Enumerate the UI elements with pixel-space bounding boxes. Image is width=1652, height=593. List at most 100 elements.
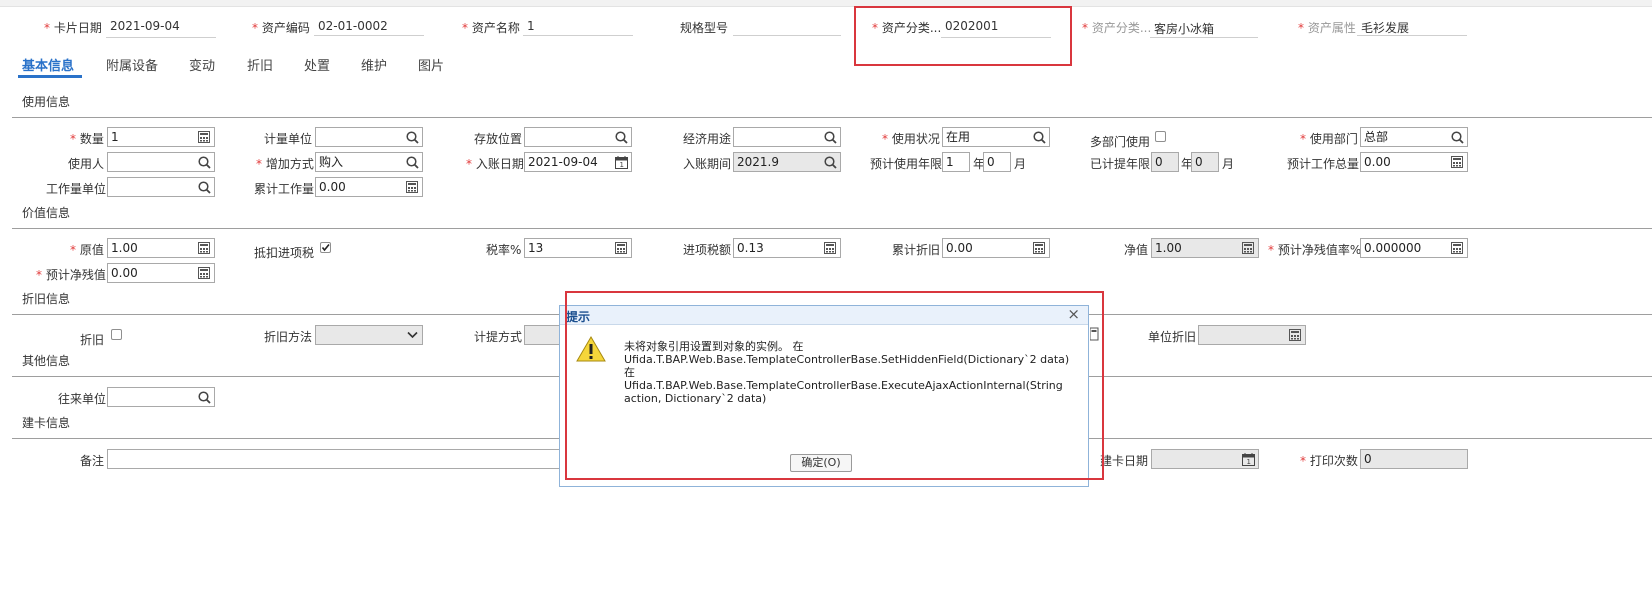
card-date-input-bottom: 1 <box>1151 449 1259 469</box>
tab-pictures[interactable]: 图片 <box>418 55 444 74</box>
note-input[interactable] <box>107 449 567 469</box>
section-depreciation-title: 折旧信息 <box>22 292 71 306</box>
cum-workload-input[interactable]: 0.00 <box>315 177 423 197</box>
tab-basic-info[interactable]: 基本信息 <box>22 55 74 74</box>
status-input[interactable]: 在用 <box>942 127 1050 147</box>
card-date-value[interactable]: 2021-09-04 <box>110 19 180 33</box>
accrued-years-label: 已计提年限 <box>1090 157 1151 171</box>
unit-dep-label: 单位折旧 <box>1148 330 1197 344</box>
partner-label: 往来单位 <box>58 392 107 406</box>
asset-class-name-value: 客房小冰箱 <box>1154 22 1215 36</box>
asset-name-value[interactable]: 1 <box>527 19 535 33</box>
unit-input[interactable] <box>315 127 423 147</box>
calculator-icon[interactable] <box>1450 241 1464 255</box>
card-date-label: 卡片日期 <box>44 19 102 36</box>
spec-underline[interactable] <box>733 35 841 36</box>
quantity-label: 数量 <box>70 130 104 147</box>
section-other-title: 其他信息 <box>22 354 71 368</box>
salvage-value-input[interactable]: 0.00 <box>107 263 215 283</box>
asset-class-name-underline <box>1150 37 1258 38</box>
add-method-input[interactable]: 购入 <box>315 152 423 172</box>
search-icon[interactable] <box>614 130 628 144</box>
tax-rate-input[interactable]: 13 <box>524 238 632 258</box>
search-icon[interactable] <box>197 155 211 169</box>
dep-checkbox[interactable] <box>111 329 122 340</box>
net-value-input: 1.00 <box>1151 238 1259 258</box>
multi-dept-checkbox[interactable] <box>1155 131 1166 142</box>
unit-dep-input <box>1198 325 1306 345</box>
search-icon[interactable] <box>405 130 419 144</box>
dep-method-select[interactable] <box>315 325 423 345</box>
calculator-icon <box>1288 328 1302 342</box>
search-icon[interactable] <box>823 155 837 169</box>
section-value-divider <box>12 228 1652 229</box>
tab-maintenance[interactable]: 维护 <box>361 55 387 74</box>
input-tax-input[interactable]: 0.13 <box>733 238 841 258</box>
search-icon[interactable] <box>197 390 211 404</box>
search-icon[interactable] <box>823 130 837 144</box>
asset-attr-underline <box>1357 35 1467 36</box>
tab-changes[interactable]: 变动 <box>189 55 215 74</box>
tab-disposal[interactable]: 处置 <box>304 55 330 74</box>
card-date-label-bottom: 建卡日期 <box>1100 454 1149 468</box>
quantity-input[interactable]: 1 <box>107 127 215 147</box>
chevron-down-icon[interactable] <box>405 328 419 342</box>
asset-class-name-label: 资产分类... <box>1082 19 1151 36</box>
entry-date-label: 入账日期 <box>466 155 524 172</box>
location-input[interactable] <box>524 127 632 147</box>
calculator-icon[interactable] <box>823 241 837 255</box>
asset-attr-value: 毛衫发展 <box>1361 21 1410 35</box>
entry-date-input[interactable]: 2021-09-04 1 <box>524 152 632 172</box>
purpose-input[interactable] <box>733 127 841 147</box>
month-unit: 月 <box>1014 157 1027 171</box>
search-icon[interactable] <box>405 155 419 169</box>
active-tab-indicator <box>18 75 82 78</box>
asset-code-value[interactable]: 02-01-0002 <box>318 19 388 33</box>
partner-input[interactable] <box>107 387 215 407</box>
dep-method-label: 折旧方法 <box>264 330 313 344</box>
est-months-input[interactable]: 0 <box>983 152 1011 172</box>
calendar-icon[interactable]: 1 <box>614 155 628 169</box>
entry-period-input[interactable]: 2021.9 <box>733 152 841 172</box>
est-years-input[interactable]: 1 <box>942 152 970 172</box>
asset-name-underline <box>523 35 633 36</box>
calculator-icon[interactable] <box>1450 155 1464 169</box>
asset-code-underline <box>314 35 424 36</box>
tab-attached-devices[interactable]: 附属设备 <box>106 55 158 74</box>
est-workload-input[interactable]: 0.00 <box>1360 152 1468 172</box>
accrued-years-input: 0 <box>1151 152 1179 172</box>
input-tax-label: 进项税额 <box>683 243 732 257</box>
calculator-icon[interactable] <box>1032 241 1046 255</box>
calculator-icon[interactable] <box>614 241 628 255</box>
accrual-method-label: 计提方式 <box>474 330 523 344</box>
section-value-title: 价值信息 <box>22 206 71 220</box>
salvage-rate-input[interactable]: 0.000000 <box>1360 238 1468 258</box>
dep-label: 折旧 <box>80 333 105 347</box>
original-value-input[interactable]: 1.00 <box>107 238 215 258</box>
dept-input[interactable]: 总部 <box>1360 127 1468 147</box>
work-unit-input[interactable] <box>107 177 215 197</box>
tab-depreciation[interactable]: 折旧 <box>247 55 273 74</box>
section-card-title: 建卡信息 <box>22 416 71 430</box>
calculator-icon[interactable] <box>405 180 419 194</box>
user-input[interactable] <box>107 152 215 172</box>
dept-label: 使用部门 <box>1300 130 1358 147</box>
search-icon[interactable] <box>197 180 211 194</box>
deduct-tax-checkbox[interactable] <box>320 242 331 253</box>
calculator-icon[interactable] <box>197 130 211 144</box>
asset-attr-label: 资产属性 <box>1298 19 1356 36</box>
accrued-months-input: 0 <box>1191 152 1219 172</box>
calculator-icon[interactable] <box>197 241 211 255</box>
tax-rate-label: 税率% <box>486 243 522 257</box>
est-years-label: 预计使用年限 <box>870 157 943 171</box>
accrual-method-input[interactable] <box>524 325 560 345</box>
unit-label: 计量单位 <box>264 132 313 146</box>
work-unit-label: 工作量单位 <box>46 182 107 196</box>
calculator-icon[interactable] <box>197 266 211 280</box>
salvage-value-label: 预计净残值 <box>36 266 106 283</box>
svg-text:1: 1 <box>1246 458 1250 466</box>
search-icon[interactable] <box>1032 130 1046 144</box>
cum-dep-input[interactable]: 0.00 <box>942 238 1050 258</box>
status-label: 使用状况 <box>882 130 940 147</box>
search-icon[interactable] <box>1450 130 1464 144</box>
